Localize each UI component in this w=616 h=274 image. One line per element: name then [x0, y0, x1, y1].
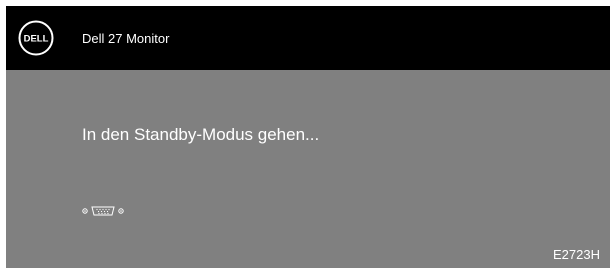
- vga-connector-icon: [91, 206, 115, 216]
- standby-message: In den Standby-Modus gehen...: [82, 125, 320, 144]
- model-number: E2723H: [553, 247, 600, 262]
- dot-icon: [82, 208, 88, 214]
- monitor-osd-panel: DELL Dell 27 Monitor In den Standby-Modu…: [6, 6, 610, 268]
- osd-header: DELL Dell 27 Monitor: [6, 6, 610, 70]
- dot-icon: [118, 208, 124, 214]
- monitor-name: Dell 27 Monitor: [82, 31, 170, 46]
- dell-logo-icon: DELL: [18, 20, 54, 56]
- dell-logo-text: DELL: [24, 34, 49, 45]
- input-source-indicator: [82, 205, 132, 217]
